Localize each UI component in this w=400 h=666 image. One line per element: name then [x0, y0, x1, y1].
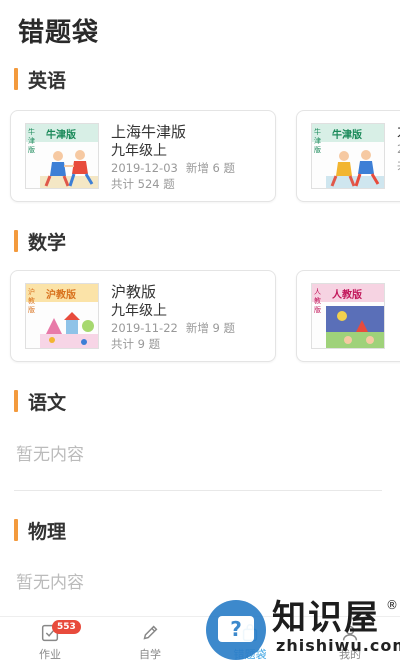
book-update: 2019-12-03 新增 6 题 — [111, 160, 271, 176]
site-watermark: ? 知识屋 ® zhishiwu.com — [206, 596, 400, 662]
book-total-count: 共计 9 题 — [111, 337, 161, 351]
page-title: 错题袋 — [18, 18, 100, 48]
book-total-count: 共计 524 题 — [111, 177, 175, 191]
registered-mark: ® — [386, 598, 398, 612]
tab-self-study[interactable]: 自学 — [100, 617, 200, 666]
cover-illustration — [40, 312, 98, 348]
cover-illustration — [326, 306, 384, 348]
book-cover: 沪教版 沪教版 — [25, 283, 99, 349]
book-edition: 上海牛津版 — [111, 123, 187, 141]
book-info: 上海牛津版 九年级上 2019-12-03 新增 6 题 共计 524 题 — [111, 123, 271, 192]
watermark-domain: zhishiwu.com — [276, 636, 400, 655]
empty-state-text: 暂无内容 — [16, 445, 84, 465]
book-date: 2019-11-22 — [111, 321, 178, 335]
section-divider — [14, 490, 382, 491]
section-header-chinese: 语文 — [14, 388, 66, 414]
book-cover: 人教版 人教版 — [311, 283, 385, 349]
section-title-chinese: 语文 — [28, 391, 67, 414]
tab-homework[interactable]: 553 作业 — [0, 617, 100, 666]
section-header-physics: 物理 — [14, 517, 66, 543]
book-info: 沪教版 九年级上 2019-11-22 新增 9 题 共计 9 题 — [111, 283, 271, 352]
homework-badge: 553 — [52, 620, 81, 634]
section-header-math: 数学 — [14, 228, 66, 254]
watermark-logo: ? — [206, 600, 266, 660]
section-title-english: 英语 — [28, 69, 67, 92]
section-header-english: 英语 — [14, 66, 66, 92]
book-grade: 九年级上 — [111, 303, 167, 319]
cover-illustration — [326, 150, 384, 188]
section-accent-bar — [14, 390, 18, 412]
book-card-shanghai-oxford[interactable]: 牛津版 牛津版 上海牛津版 九年级上 2019-12-03 新增 6 题 共计 5… — [10, 110, 276, 202]
book-grade: 九年级上 — [111, 143, 167, 159]
section-accent-bar — [14, 230, 18, 252]
english-book-row[interactable]: 牛津版 牛津版 上海牛津版 九年级上 2019-12-03 新增 6 题 共计 5… — [0, 110, 400, 204]
math-book-row[interactable]: 沪教版 沪教版 沪教版 九年级上 2019-11-22 新增 9 题 共计 9 题… — [0, 270, 400, 364]
book-update: 2019-11-22 新增 9 题 — [111, 320, 271, 336]
question-mark-icon: ? — [230, 617, 242, 641]
pencil-icon — [143, 625, 158, 640]
book-date: 2019-12-03 — [111, 161, 178, 175]
tab-label: 自学 — [139, 647, 161, 661]
section-title-math: 数学 — [28, 231, 67, 254]
section-accent-bar — [14, 519, 18, 541]
watermark-title: 知识屋 — [272, 598, 380, 638]
book-added-count: 新增 9 题 — [185, 321, 235, 335]
book-card-hujiao[interactable]: 沪教版 沪教版 沪教版 九年级上 2019-11-22 新增 9 题 共计 9 题 — [10, 270, 276, 362]
tab-label: 作业 — [39, 647, 61, 661]
book-cover: 牛津版 牛津版 — [311, 123, 385, 189]
cover-illustration — [40, 150, 98, 188]
section-accent-bar — [14, 68, 18, 90]
section-title-physics: 物理 — [28, 520, 67, 543]
book-added-count: 新增 6 题 — [185, 161, 235, 175]
book-cover: 牛津版 牛津版 — [25, 123, 99, 189]
book-card-renjiao[interactable]: 人教版 人教版 — [296, 270, 400, 362]
book-edition: 沪教版 — [111, 283, 157, 301]
empty-state-text: 暂无内容 — [16, 573, 84, 593]
book-card-oxford-second[interactable]: 牛津版 牛津版 九 2 共 — [296, 110, 400, 202]
